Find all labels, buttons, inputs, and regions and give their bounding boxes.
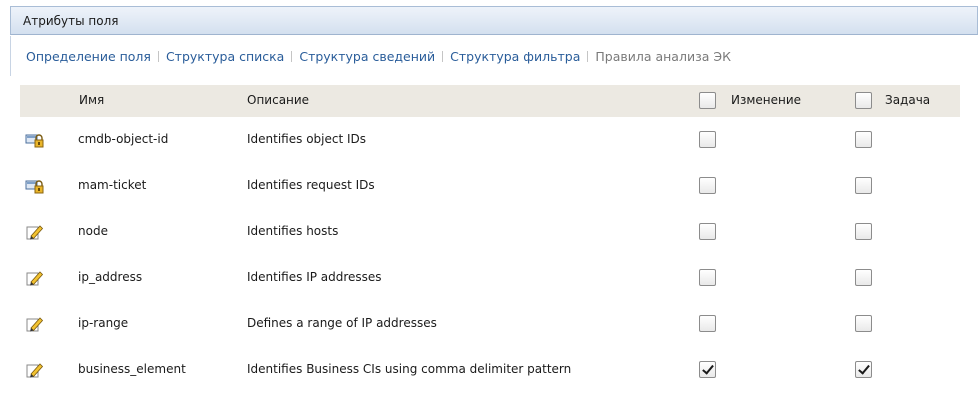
field-name: mam-ticket [78,178,147,192]
tab-1[interactable]: Определение поля [26,49,151,64]
locked-field-icon [25,177,45,195]
field-description: Identifies IP addresses [247,270,382,284]
table-row[interactable]: mam-ticket Identifies request IDs [20,163,960,209]
edit-field-icon [25,361,45,379]
grid-header: Имя Описание Изменение Задача [20,85,960,117]
change-checkbox[interactable] [699,361,716,378]
table-row[interactable]: node Identifies hosts [20,209,960,255]
tab-separator [587,51,589,62]
panel-title: Атрибуты поля [23,14,119,28]
tab-3[interactable]: Структура сведений [299,49,435,64]
task-checkbox[interactable] [855,269,872,286]
tab-5[interactable]: Правила анализа ЭК [595,49,731,64]
tab-bar: Определение поля Структура списка Структур… [10,36,978,76]
locked-field-icon [25,131,45,149]
task-checkbox[interactable] [855,223,872,240]
table-row[interactable]: cmdb-object-id Identifies object IDs [20,117,960,163]
change-checkbox[interactable] [699,269,716,286]
edit-field-icon [25,315,45,333]
field-name: ip_address [78,270,143,284]
task-checkbox[interactable] [855,131,872,148]
tab-separator [291,51,293,62]
column-header-name: Имя [79,93,105,107]
field-name: node [78,224,108,238]
field-name: ip-range [78,316,129,330]
column-header-change: Изменение [731,93,802,107]
task-checkbox[interactable] [855,315,872,332]
change-checkbox[interactable] [699,177,716,194]
change-checkbox[interactable] [699,315,716,332]
field-description: Identifies object IDs [247,132,367,146]
task-checkbox[interactable] [855,177,872,194]
table-row[interactable]: ip_address Identifies IP addresses [20,255,960,301]
edit-field-icon [25,223,45,241]
field-name: cmdb-object-id [78,132,169,146]
column-header-task: Задача [885,93,931,107]
tab-2[interactable]: Структура списка [166,49,284,64]
field-description: Identifies request IDs [247,178,375,192]
table-row[interactable]: business_element Identifies Business CIs … [20,347,960,393]
table-row[interactable]: ip-range Defines a range of IP addresses [20,301,960,347]
task-checkbox[interactable] [855,361,872,378]
edit-field-icon [25,269,45,287]
tab-separator [157,51,159,62]
field-description: Identifies hosts [247,224,339,238]
tab-4[interactable]: Структура фильтра [450,49,580,64]
change-checkbox[interactable] [699,223,716,240]
tab-separator [442,51,444,62]
column-header-description: Описание [247,93,310,107]
change-checkbox[interactable] [699,131,716,148]
select-all-task-checkbox[interactable] [855,92,872,109]
panel-header: Атрибуты поля [10,6,978,35]
field-description: Defines a range of IP addresses [247,316,437,330]
select-all-change-checkbox[interactable] [699,92,716,109]
field-description: Identifies Business CIs using comma deli… [247,362,572,376]
field-name: business_element [78,362,186,376]
